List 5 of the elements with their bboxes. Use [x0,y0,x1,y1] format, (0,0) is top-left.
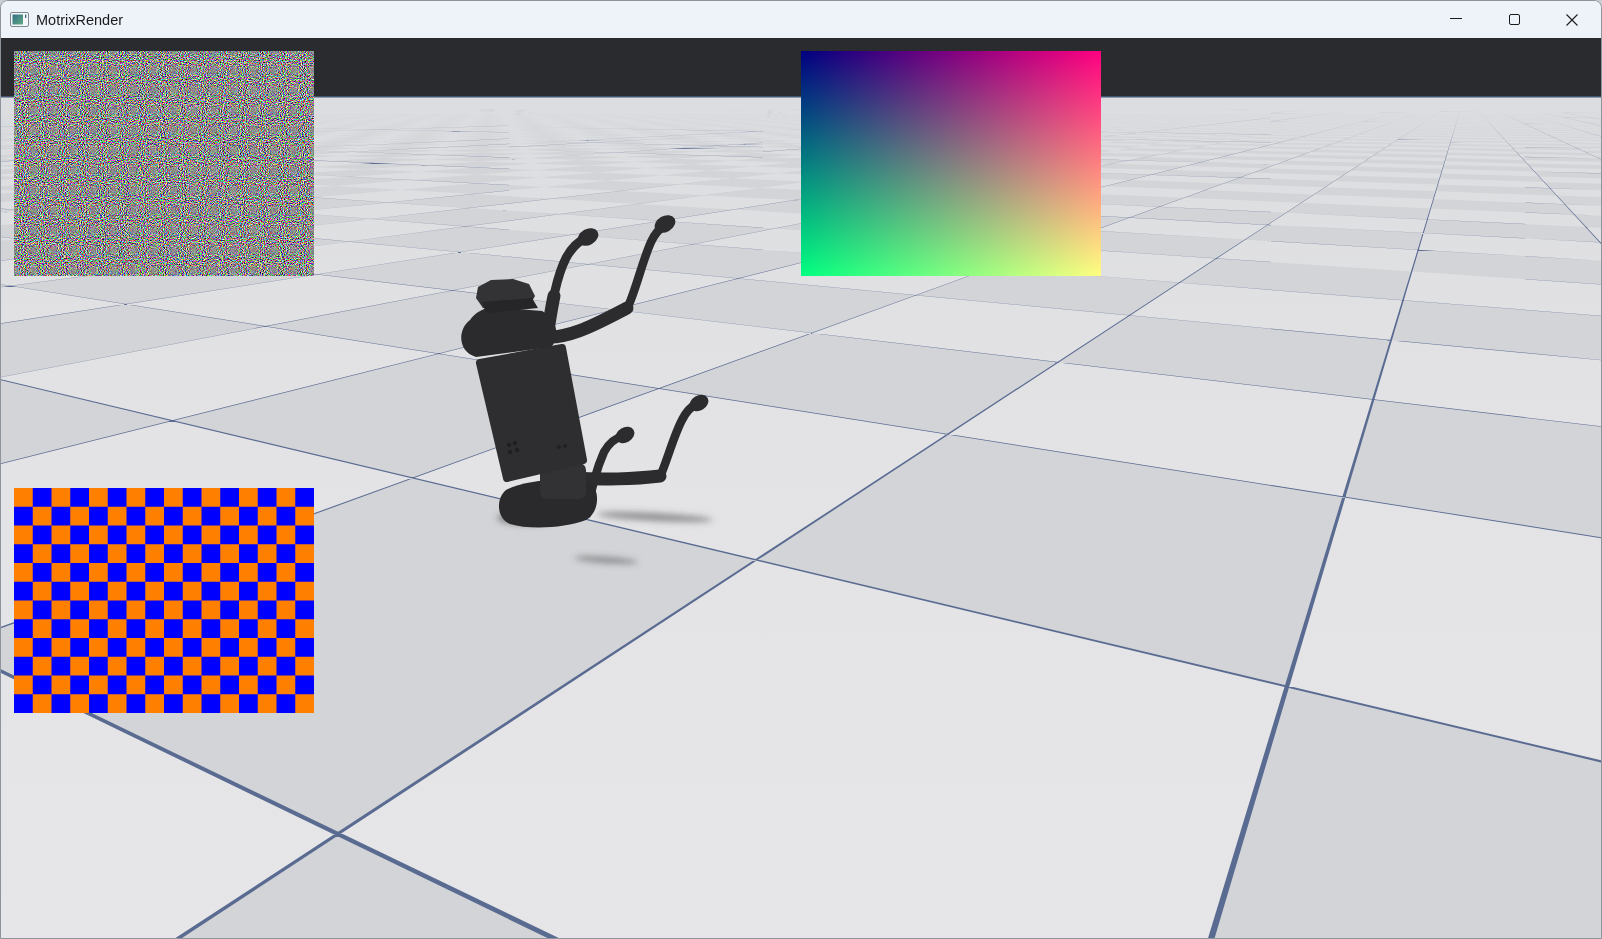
maximize-icon [1508,14,1520,25]
close-icon [1566,13,1578,26]
minimize-icon [1450,18,1462,19]
window-title: MotrixRender [36,11,124,28]
app-icon [10,12,29,27]
